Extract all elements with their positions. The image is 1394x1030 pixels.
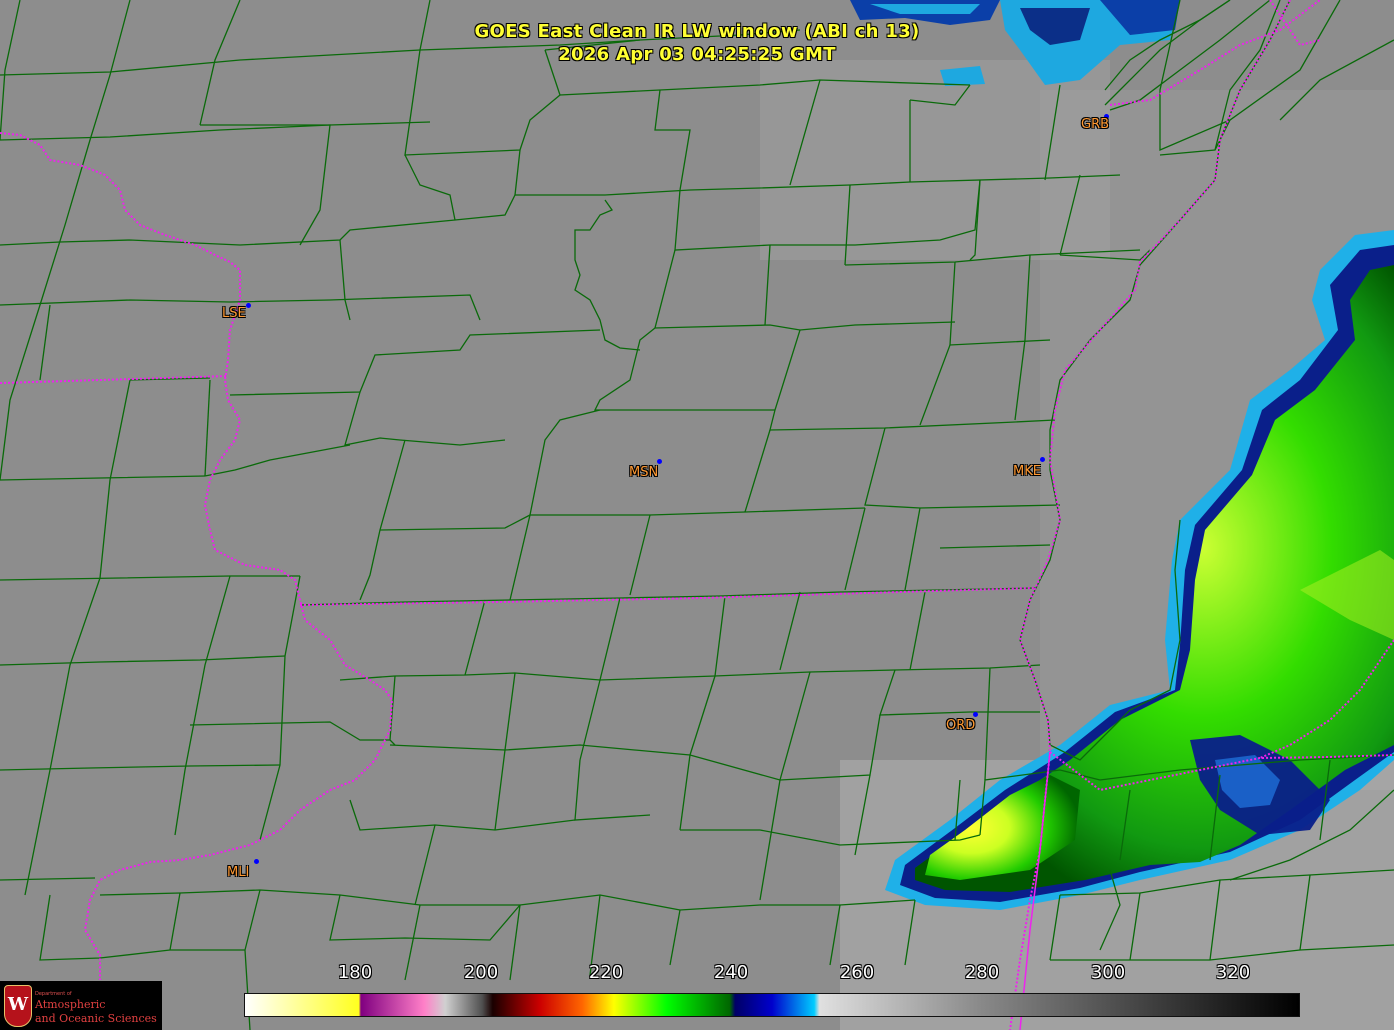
station-marker-mli (254, 859, 259, 864)
station-label-mli: MLI (227, 865, 250, 880)
station-label-grb: GRB (1081, 117, 1110, 132)
station-marker-lse (246, 303, 251, 308)
aos-logo: W Department of Atmospheric and Oceanic … (0, 981, 162, 1030)
satellite-map (0, 0, 1394, 1030)
station-label-msn: MSN (629, 465, 659, 480)
colorbar-tick-label: 220 (588, 962, 624, 983)
station-marker-msn (657, 459, 662, 464)
station-marker-ord (973, 712, 978, 717)
colorbar-tick-label: 240 (713, 962, 749, 983)
colorbar-tick-label: 200 (463, 962, 499, 983)
logo-line2: and Oceanic Sciences (35, 1012, 157, 1025)
colorbar-tick-label: 180 (337, 962, 373, 983)
temperature-colorbar (244, 993, 1300, 1017)
colorbar-tick-label: 320 (1215, 962, 1251, 983)
station-marker-mke (1040, 457, 1045, 462)
station-label-mke: MKE (1013, 464, 1041, 479)
colorbar-tick-label: 260 (839, 962, 875, 983)
image-title: GOES East Clean IR LW window (ABI ch 13) (474, 21, 920, 42)
ir-north-clouds (760, 60, 1110, 260)
station-label-lse: LSE (222, 306, 246, 321)
colorbar-tick-label: 300 (1090, 962, 1126, 983)
colorbar-tick-label: 280 (964, 962, 1000, 983)
image-timestamp: 2026 Apr 03 04:25:25 GMT (558, 44, 836, 65)
uw-crest-icon: W (4, 985, 32, 1027)
logo-line1: Atmospheric (35, 998, 106, 1011)
logo-dept: Department of (35, 991, 72, 997)
station-label-ord: ORD (946, 718, 976, 733)
